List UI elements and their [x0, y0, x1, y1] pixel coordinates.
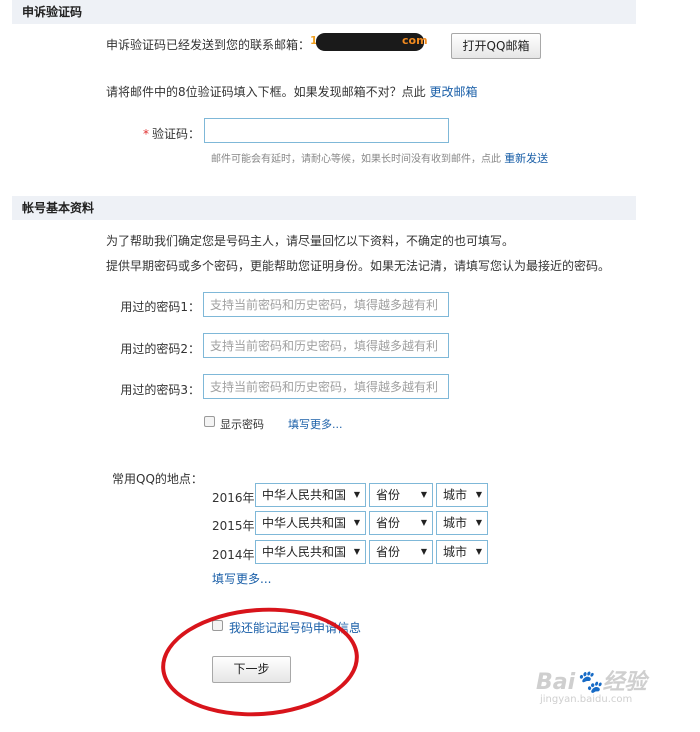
fill-more-locations-link[interactable]: 填写更多...: [212, 570, 271, 587]
email-suffix: com: [402, 34, 428, 47]
watermark-brand-mid: 经验: [602, 670, 647, 695]
location-year-2015: 2015年: [212, 519, 255, 533]
sent-to-email-text: 申诉验证码已经发送到您的联系邮箱：: [106, 38, 311, 52]
dropdown-arrow-icon: ▼: [420, 547, 427, 556]
code-label-text: 验证码：: [151, 127, 200, 141]
baidu-watermark-logo: Bai🐾经验: [536, 664, 647, 696]
verify-code-input[interactable]: [204, 118, 449, 143]
password3-label: 用过的密码3：: [120, 383, 200, 397]
open-qq-mail-button[interactable]: 打开QQ邮箱: [451, 33, 541, 59]
verify-instruction-text: 请将邮件中的8位验证码填入下框。如果发现邮箱不对？点此: [106, 85, 426, 99]
city-value: 城市: [443, 545, 468, 559]
country-value: 中华人民共和国: [262, 516, 347, 530]
paw-icon: 🐾: [575, 670, 603, 695]
location-year-2016: 2016年: [212, 491, 255, 505]
country-select-2014[interactable]: 中华人民共和国 ▼: [255, 540, 366, 564]
dropdown-arrow-icon: ▼: [353, 547, 360, 556]
password2-input[interactable]: [203, 333, 449, 358]
country-value: 中华人民共和国: [262, 488, 347, 502]
password1-input[interactable]: [203, 292, 449, 317]
country-value: 中华人民共和国: [262, 545, 347, 559]
change-email-link[interactable]: 更改邮箱: [429, 85, 477, 99]
password2-label: 用过的密码2：: [120, 342, 200, 356]
location-label: 常用QQ的地点：: [112, 472, 203, 486]
verify-hint-text: 邮件可能会有延时，请耐心等候，如果长时间没有收到邮件，点此: [211, 154, 501, 165]
dropdown-arrow-icon: ▼: [420, 518, 427, 527]
province-select-2016[interactable]: 省份 ▼: [369, 483, 433, 507]
verify-hint: 邮件可能会有延时，请耐心等候，如果长时间没有收到邮件，点此 重新发送: [211, 150, 548, 166]
code-label: * 验证码：: [120, 125, 200, 142]
dropdown-arrow-icon: ▼: [420, 490, 427, 499]
account-intro-line1: 为了帮助我们确定您是号码主人，请尽量回忆以下资料，不确定的也可填写。: [106, 234, 515, 248]
dropdown-arrow-icon: ▼: [353, 490, 360, 499]
city-value: 城市: [443, 488, 468, 502]
city-select-2014[interactable]: 城市 ▼: [436, 540, 488, 564]
country-select-2016[interactable]: 中华人民共和国 ▼: [255, 483, 366, 507]
watermark-url: jingyan.baidu.com: [540, 694, 633, 705]
verify-instruction: 请将邮件中的8位验证码填入下框。如果发现邮箱不对？点此 更改邮箱: [106, 83, 477, 100]
province-select-2015[interactable]: 省份 ▼: [369, 511, 433, 535]
dropdown-arrow-icon: ▼: [475, 547, 482, 556]
watermark-brand: Bai: [536, 670, 576, 695]
location-year-2014: 2014年: [212, 548, 255, 562]
city-value: 城市: [443, 516, 468, 530]
city-select-2016[interactable]: 城市 ▼: [436, 483, 488, 507]
account-section-header: 帐号基本资料: [12, 196, 636, 220]
province-value: 省份: [376, 545, 401, 559]
show-password-label: 显示密码: [220, 418, 264, 431]
province-select-2014[interactable]: 省份 ▼: [369, 540, 433, 564]
province-value: 省份: [376, 516, 401, 530]
required-mark: *: [142, 127, 149, 141]
province-value: 省份: [376, 488, 401, 502]
account-intro-line2: 提供早期密码或多个密码，更能帮助您证明身份。如果无法记清，请填写您认为最接近的密…: [106, 259, 611, 273]
password3-input[interactable]: [203, 374, 449, 399]
password1-label: 用过的密码1：: [120, 300, 200, 314]
fill-more-passwords-link[interactable]: 填写更多...: [288, 416, 343, 432]
redacted-email: 1 com: [310, 31, 440, 53]
country-select-2015[interactable]: 中华人民共和国 ▼: [255, 511, 366, 535]
show-password-checkbox[interactable]: [204, 416, 215, 427]
dropdown-arrow-icon: ▼: [475, 490, 482, 499]
verify-section-header: 申诉验证码: [12, 0, 636, 24]
city-select-2015[interactable]: 城市 ▼: [436, 511, 488, 535]
dropdown-arrow-icon: ▼: [353, 518, 360, 527]
dropdown-arrow-icon: ▼: [475, 518, 482, 527]
resend-link[interactable]: 重新发送: [504, 152, 548, 165]
